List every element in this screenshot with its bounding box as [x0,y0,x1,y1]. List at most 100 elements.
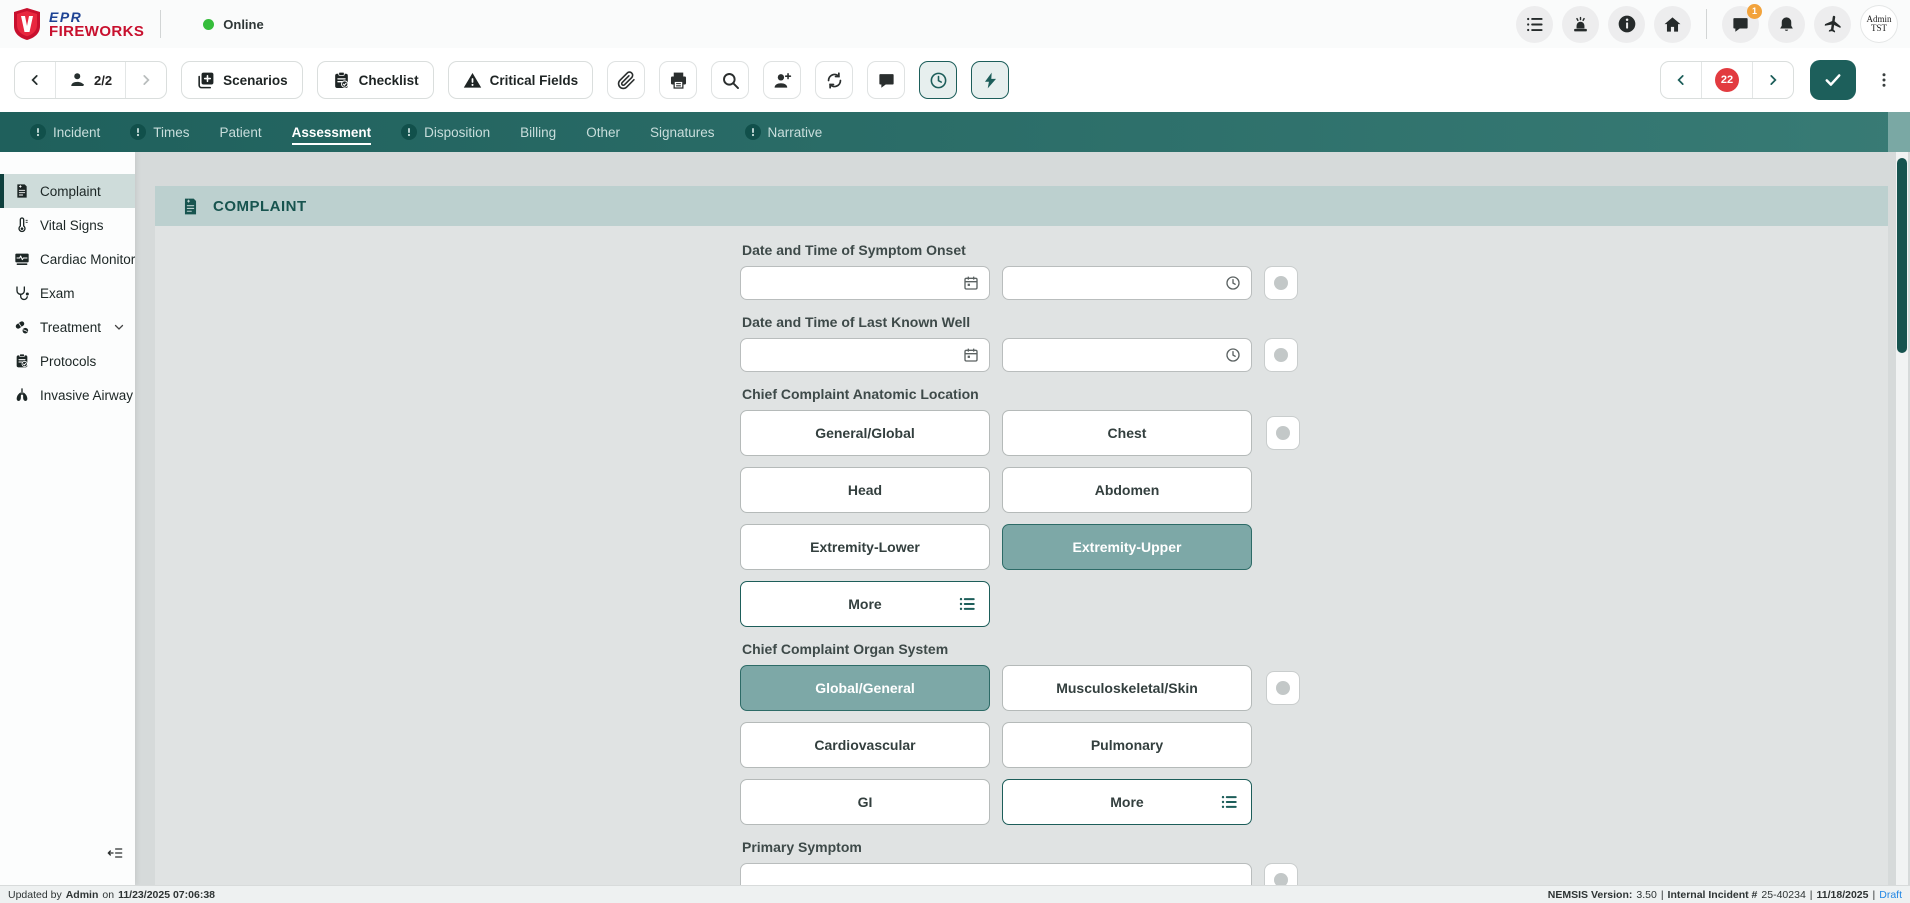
divider [1706,9,1707,39]
tab-label: Disposition [424,125,490,140]
next-patient-button[interactable] [126,62,166,98]
tab-patient[interactable]: Patient [220,112,262,152]
siren-icon [1571,15,1590,34]
next-validation-button[interactable] [1753,62,1793,98]
kebab-icon [1875,71,1893,89]
option-gi[interactable]: GI [740,779,990,825]
attachments-button[interactable] [607,61,645,99]
organ-system-options: Global/General Musculoskeletal/Skin Card… [740,665,1252,825]
tab-signatures[interactable]: Signatures [650,112,715,152]
siren-button[interactable] [1562,6,1599,43]
last-known-well-date-input[interactable] [740,338,990,372]
tab-label: Times [153,125,189,140]
messages-button[interactable]: 1 [1722,6,1759,43]
warning-circle-icon [30,124,46,140]
chevron-right-icon [139,73,153,87]
option-head[interactable]: Head [740,467,990,513]
add-crew-button[interactable] [763,61,801,99]
sync-icon [825,71,844,90]
option-general-global[interactable]: General/Global [740,410,990,456]
warning-circle-icon [745,124,761,140]
tab-disposition[interactable]: Disposition [401,112,490,152]
sync-button[interactable] [815,61,853,99]
sidebar-item-invasive-airway[interactable]: Invasive Airway [0,378,135,412]
patient-count-button[interactable]: 2/2 [56,62,126,98]
tab-other[interactable]: Other [586,112,620,152]
sidebar-item-cardiac-monitor[interactable]: Cardiac Monitor [0,242,135,276]
option-global-general[interactable]: Global/General [740,665,990,711]
anatomic-more-button[interactable]: More [740,581,990,627]
organ-system-label: Chief Complaint Organ System [742,641,1888,657]
organ-more-button[interactable]: More [1002,779,1252,825]
confirm-button[interactable] [1810,60,1856,100]
symptom-onset-date-input[interactable] [740,266,990,300]
flight-mode-button[interactable] [1814,6,1851,43]
quick-actions-toggle[interactable] [971,61,1009,99]
menu-list-button[interactable] [1516,6,1553,43]
overflow-menu-button[interactable] [1872,61,1896,99]
sidebar-item-label: Complaint [40,184,101,199]
scrollbar-thumb[interactable] [1897,158,1907,353]
scenarios-label: Scenarios [223,73,288,88]
draft-status-link[interactable]: Draft [1879,889,1902,901]
option-cardiovascular[interactable]: Cardiovascular [740,722,990,768]
time-tracking-toggle[interactable] [919,61,957,99]
anatomic-location-na-toggle[interactable] [1266,416,1300,450]
comments-button[interactable] [867,61,905,99]
search-button[interactable] [711,61,749,99]
toolbar: 2/2 Scenarios Checklist [0,48,1910,112]
last-known-well-na-toggle[interactable] [1264,338,1298,372]
list-icon [1220,793,1238,811]
option-abdomen[interactable]: Abdomen [1002,467,1252,513]
sidebar-item-complaint[interactable]: Complaint [0,174,135,208]
app-logo[interactable]: EPR FIREWORKS [12,7,144,41]
list-icon [1525,15,1544,34]
na-dot-icon [1274,276,1288,290]
user-avatar[interactable]: Admin TST [1860,5,1898,43]
scenarios-button[interactable]: Scenarios [181,61,303,99]
airplane-icon [1821,13,1844,36]
option-extremity-lower[interactable]: Extremity-Lower [740,524,990,570]
option-chest[interactable]: Chest [1002,410,1252,456]
primary-symptom-input[interactable] [740,863,1252,885]
option-pulmonary[interactable]: Pulmonary [1002,722,1252,768]
section-tab-bar: Incident Times Patient Assessment Dispos… [0,112,1910,152]
tab-assessment[interactable]: Assessment [292,112,372,152]
assessment-sidebar: Complaint Vital Signs Cardiac Monitor Ex… [0,152,135,885]
sidebar-item-vital-signs[interactable]: Vital Signs [0,208,135,242]
tab-billing[interactable]: Billing [520,112,556,152]
collapse-sidebar-button[interactable] [107,846,123,863]
incident-value: 25-40234 [1761,889,1805,901]
last-known-well-time-input[interactable] [1002,338,1252,372]
tab-times[interactable]: Times [130,112,189,152]
prev-patient-button[interactable] [15,62,56,98]
symptom-onset-time-input[interactable] [1002,266,1252,300]
more-label: More [848,596,881,612]
primary-symptom-na-toggle[interactable] [1264,863,1298,885]
option-extremity-upper[interactable]: Extremity-Upper [1002,524,1252,570]
lightning-bolt-icon [981,71,1000,90]
sidebar-item-protocols[interactable]: Protocols [0,344,135,378]
notifications-button[interactable] [1768,6,1805,43]
critical-fields-button[interactable]: Critical Fields [448,61,594,99]
checklist-button[interactable]: Checklist [317,61,434,99]
patient-count: 2/2 [94,73,112,88]
info-button[interactable] [1608,6,1645,43]
sidebar-item-exam[interactable]: Exam [0,276,135,310]
sidebar-item-treatment[interactable]: Treatment [0,310,135,344]
status-bar: Updated by Admin on 11/23/2025 07:06:38 … [0,885,1910,903]
tab-incident[interactable]: Incident [30,112,100,152]
symptom-onset-na-toggle[interactable] [1264,266,1298,300]
organ-system-na-toggle[interactable] [1266,671,1300,705]
print-button[interactable] [659,61,697,99]
prev-validation-button[interactable] [1661,62,1702,98]
critical-fields-label: Critical Fields [490,73,579,88]
validation-count-button[interactable]: 22 [1702,62,1753,98]
vertical-scrollbar[interactable] [1896,152,1908,885]
clock-icon [1225,347,1241,363]
separator: | [1873,889,1876,901]
updated-on: on [102,889,114,901]
option-musculoskeletal-skin[interactable]: Musculoskeletal/Skin [1002,665,1252,711]
tab-narrative[interactable]: Narrative [745,112,823,152]
home-button[interactable] [1654,6,1691,43]
